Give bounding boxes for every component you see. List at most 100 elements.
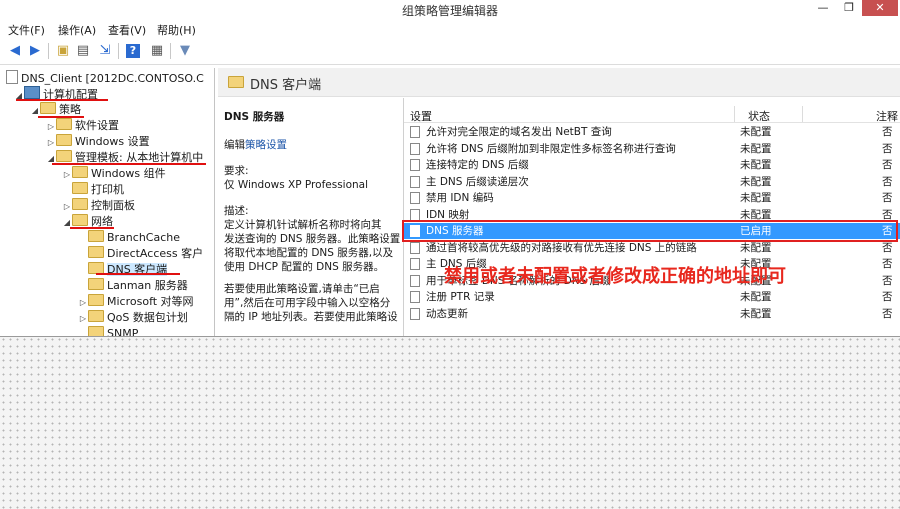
setting-note: 否 <box>882 175 893 188</box>
tree-qos[interactable]: ▷ QoS 数据包计划 <box>78 310 188 326</box>
folder-icon <box>88 310 104 322</box>
tree-snmp[interactable]: SNMP <box>78 326 138 336</box>
computer-icon <box>24 86 40 99</box>
minimize-button[interactable]: — <box>810 0 836 16</box>
collapsed-arrow-icon[interactable]: ▷ <box>46 135 56 151</box>
policy-setting-icon <box>410 291 420 303</box>
menu-file[interactable]: 文件(F) <box>8 22 45 38</box>
description-text: 发送查询的 DNS 服务器。此策略设置 <box>224 233 401 245</box>
column-divider[interactable] <box>802 106 803 122</box>
properties-icon[interactable]: ▦ <box>148 42 166 60</box>
setting-note: 否 <box>882 307 893 320</box>
tree-dns-client[interactable]: DNS 客户端 <box>78 262 168 278</box>
close-button[interactable]: ✕ <box>862 0 898 16</box>
tree-control-panel[interactable]: ▷ 控制面板 <box>62 198 135 214</box>
policy-setting-icon <box>410 208 420 221</box>
tree-lanman[interactable]: Lanman 服务器 <box>78 278 188 294</box>
menu-bar: 文件(F) 操作(A) 查看(V) 帮助(H) <box>0 19 900 37</box>
title-bar: 组策略管理编辑器 — ❐ ✕ <box>0 0 900 18</box>
setting-state: 未配置 <box>740 142 772 155</box>
collapsed-arrow-icon[interactable]: ▷ <box>78 311 88 327</box>
table-row[interactable]: 主 DNS 后缀读递层次 未配置 否 <box>404 174 900 190</box>
expanded-arrow-icon[interactable]: ◢ <box>14 88 24 104</box>
description-text: 使用 DHCP 配置的 DNS 服务器。 <box>224 261 385 273</box>
back-arrow-icon[interactable]: ◀ <box>6 42 24 60</box>
requirements-value: 仅 Windows XP Professional <box>224 179 369 191</box>
tree-root[interactable]: DNS_Client [2012DC.CONTOSO.C <box>6 70 204 86</box>
column-divider[interactable] <box>734 106 735 122</box>
details-header: DNS 客户端 <box>218 68 900 97</box>
details-title: DNS 客户端 <box>250 78 322 93</box>
folder-icon <box>88 294 104 306</box>
column-note[interactable]: 注释 <box>876 108 898 124</box>
folder-icon <box>40 102 56 114</box>
description-text: 用”,然后在可用字段中输入以空格分 <box>224 297 391 309</box>
tree-windows-settings[interactable]: ▷ Windows 设置 <box>46 134 150 150</box>
description-text: 定义计算机针试解析名称时将向其 <box>224 219 382 231</box>
setting-name: 主 DNS 后缀读递层次 <box>426 175 529 188</box>
setting-state: 未配置 <box>740 126 772 138</box>
tree-microsoft-peer[interactable]: ▷ Microsoft 对等网 <box>78 294 194 310</box>
menu-help[interactable]: 帮助(H) <box>157 22 196 38</box>
folder-icon <box>72 166 88 178</box>
folder-icon <box>88 246 104 258</box>
column-setting[interactable]: 设置 <box>410 108 432 124</box>
folder-icon <box>56 134 72 146</box>
policy-setting-icon <box>410 159 420 171</box>
table-row[interactable]: 注册 PTR 记录 未配置 否 <box>404 289 900 305</box>
table-row[interactable]: 允许对完全限定的域名发出 NetBT 查询 未配置 否 <box>404 124 900 140</box>
requirements-label: 要求: <box>224 165 249 177</box>
table-row[interactable]: 允许将 DNS 后缀附加到非限定性多标签名称进行查询 未配置 否 <box>404 141 900 157</box>
collapsed-arrow-icon[interactable]: ▷ <box>62 167 72 183</box>
tree-branchcache[interactable]: BranchCache <box>78 230 180 246</box>
collapsed-arrow-icon[interactable]: ▷ <box>78 295 88 311</box>
up-folder-icon[interactable]: ▣ <box>54 42 72 60</box>
tree-software-settings[interactable]: ▷ 软件设置 <box>46 118 119 134</box>
policy-setting-icon <box>410 241 420 254</box>
description-text: 隔的 IP 地址列表。若要使用此策略设 <box>224 311 398 323</box>
folder-icon <box>56 150 72 162</box>
annotation-underline <box>70 227 114 229</box>
setting-state: 未配置 <box>740 291 772 303</box>
setting-state: 未配置 <box>740 159 772 171</box>
collapsed-arrow-icon[interactable]: ▷ <box>46 119 56 135</box>
menu-view[interactable]: 查看(V) <box>108 22 146 38</box>
description-text: 若要使用此策略设置,请单击“已启 <box>224 283 380 295</box>
table-row[interactable]: 禁用 IDN 编码 未配置 否 <box>404 190 900 206</box>
export-icon[interactable]: ⇲ <box>96 42 114 60</box>
setting-name: 允许将 DNS 后缀附加到非限定性多标签名称进行查询 <box>426 142 676 155</box>
setting-note: 否 <box>882 291 893 303</box>
policy-tree: DNS_Client [2012DC.CONTOSO.C ◢ 计算机配置 ◢ 策略 … <box>4 68 215 336</box>
setting-note: 否 <box>882 258 893 270</box>
edit-policy-link[interactable]: 策略设置 <box>245 139 287 151</box>
gpo-editor-window: 组策略管理编辑器 — ❐ ✕ 文件(F) 操作(A) 查看(V) 帮助(H) ◀… <box>0 0 900 337</box>
menu-action[interactable]: 操作(A) <box>58 22 96 38</box>
filter-icon[interactable]: ▼ <box>176 42 194 60</box>
description-text: 将取代本地配置的 DNS 服务器,以及 <box>224 247 394 259</box>
collapsed-arrow-icon[interactable]: ▷ <box>62 199 72 215</box>
column-state[interactable]: 状态 <box>748 108 770 124</box>
table-row[interactable]: 连接特定的 DNS 后缀 未配置 否 <box>404 157 900 173</box>
policy-setting-icon <box>410 307 420 320</box>
toolbar-divider <box>48 43 49 59</box>
tree-windows-components[interactable]: ▷ Windows 组件 <box>62 166 166 182</box>
setting-state: 未配置 <box>740 192 772 204</box>
settings-table: 设置 状态 注释 允许对完全限定的域名发出 NetBT 查询 未配置否允许将 DN… <box>403 98 900 336</box>
folder-icon <box>72 198 88 210</box>
help-icon[interactable]: ? <box>126 44 140 58</box>
policy-setting-icon <box>410 192 420 204</box>
table-row[interactable]: 动态更新 未配置 否 <box>404 306 900 322</box>
setting-name: 禁用 IDN 编码 <box>426 192 494 204</box>
show-tree-icon[interactable]: ▤ <box>74 42 92 60</box>
tree-directaccess[interactable]: DirectAccess 客户 <box>78 246 203 262</box>
setting-note: 否 <box>882 159 893 171</box>
forward-arrow-icon[interactable]: ▶ <box>26 42 44 60</box>
policy-setting-icon <box>410 175 420 188</box>
policy-setting-icon <box>410 274 420 287</box>
folder-icon <box>88 278 104 290</box>
maximize-button[interactable]: ❐ <box>836 0 862 16</box>
tree-printers[interactable]: 打印机 <box>62 182 124 198</box>
setting-note: 否 <box>882 274 893 287</box>
setting-state: 未配置 <box>740 307 772 320</box>
setting-name: 注册 PTR 记录 <box>426 291 495 303</box>
